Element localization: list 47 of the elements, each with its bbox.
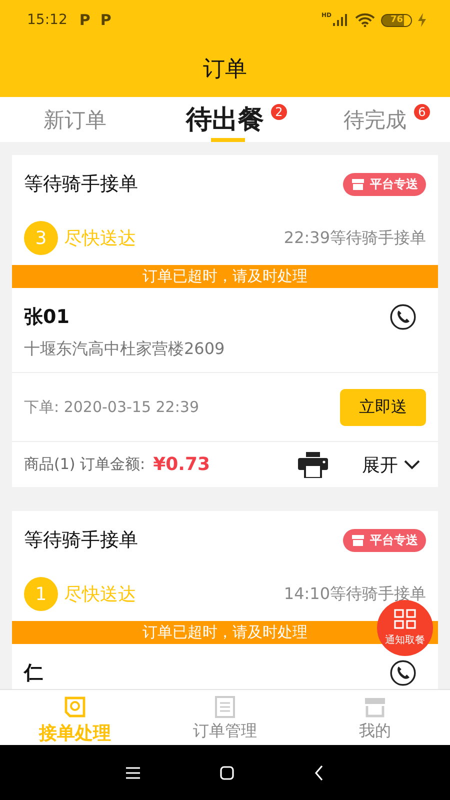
shop-icon [364, 696, 386, 718]
signal-icon [333, 14, 350, 26]
customer-name: 张01 [24, 305, 70, 330]
phone-icon[interactable] [390, 660, 416, 686]
order-number: 3 [24, 221, 58, 255]
tag-label: 平台专送 [370, 532, 418, 548]
tab[interactable]: 待出餐 [186, 102, 264, 137]
delivery-time: 尽快送达 [64, 227, 136, 250]
list-icon [215, 696, 235, 718]
chevron-down-icon [404, 460, 420, 470]
note-icon [64, 696, 86, 718]
customer-address: 十堰东汽高中杜家营楼2609 [24, 339, 226, 360]
phone-icon[interactable] [390, 304, 416, 330]
order-status: 等待骑手接单 [24, 528, 138, 553]
timeout-text: 订单已超时，请及时处理 [142, 623, 308, 642]
notification-icon: P [100, 11, 112, 29]
wifi-icon [355, 13, 376, 27]
shop-icon [351, 534, 365, 546]
notification-icon: P [79, 11, 90, 29]
rider-status: 22:39等待骑手接单 [284, 228, 426, 248]
status-time: 15:12 [27, 12, 68, 28]
expand-button[interactable]: 展开 [362, 452, 426, 476]
nav-tab[interactable]: 订单管理 [150, 690, 300, 745]
order-number: 1 [24, 577, 58, 611]
menu-icon[interactable] [126, 766, 140, 778]
tab[interactable]: 待完成 [344, 106, 406, 134]
page-title: 订单 [203, 56, 247, 84]
tag-label: 平台专送 [370, 176, 418, 192]
battery-level: 76 [381, 14, 412, 26]
order-summary: 商品(1) 订单金额: [24, 455, 146, 474]
tab[interactable]: 新订单 [44, 106, 106, 134]
timeout-text: 订单已超时，请及时处理 [142, 267, 308, 286]
delivery-time: 尽快送达 [64, 583, 136, 606]
printer-icon[interactable] [298, 452, 328, 478]
order-amount: ¥0.73 [153, 454, 210, 475]
order-status: 等待骑手接单 [24, 172, 138, 197]
shop-icon [351, 178, 365, 190]
back-icon[interactable] [314, 764, 324, 780]
home-icon[interactable] [220, 766, 234, 780]
charging-icon [418, 13, 426, 27]
deliver-now-button[interactable]: 立即送 [340, 388, 426, 426]
count-badge: 2 [271, 104, 287, 120]
customer-name: 仁 [24, 661, 43, 686]
order-time: 下单: 2020-03-15 22:39 [24, 398, 199, 416]
nav-tab[interactable]: 我的 [300, 690, 450, 745]
grid-icon [394, 609, 416, 629]
count-badge: 6 [414, 104, 430, 120]
